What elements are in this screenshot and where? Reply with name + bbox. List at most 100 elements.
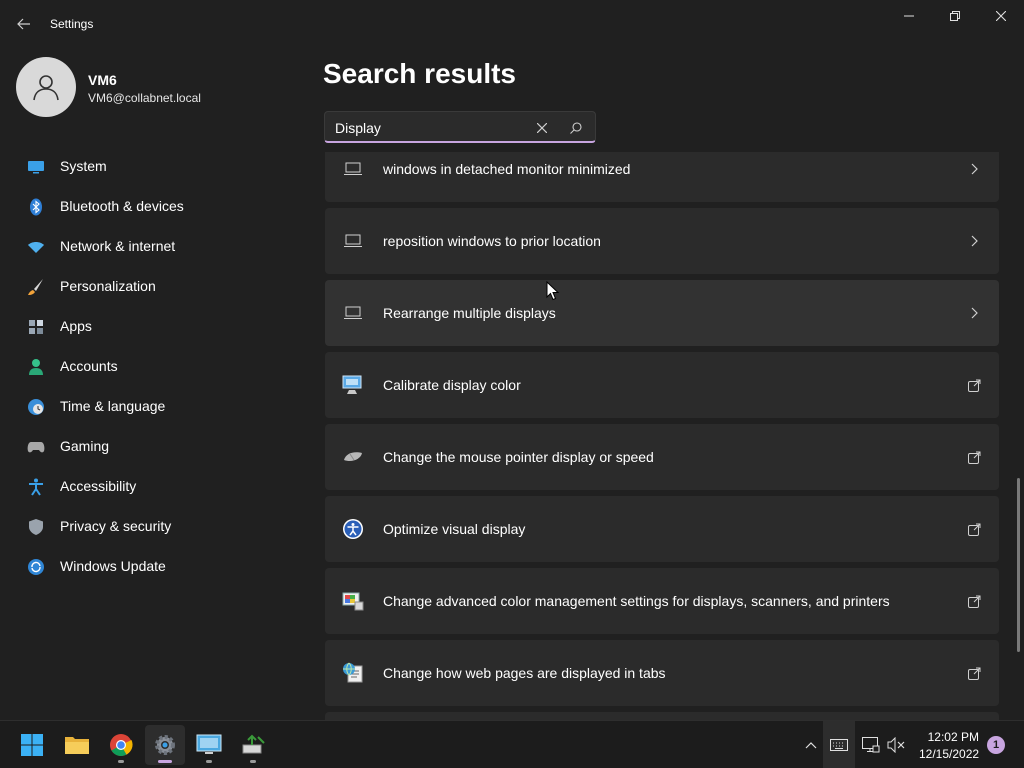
sidebar-item-apps[interactable]: Apps bbox=[0, 306, 310, 346]
search-result[interactable]: Rearrange multiple displays bbox=[325, 280, 999, 346]
sidebar-item-label: Privacy & security bbox=[60, 518, 172, 534]
network-tool-icon bbox=[242, 734, 265, 754]
notification-badge[interactable]: 1 bbox=[987, 736, 1005, 754]
tray-volume-button[interactable] bbox=[886, 735, 906, 755]
sidebar-item-label: Time & language bbox=[60, 398, 166, 414]
sidebar-item-accounts[interactable]: Accounts bbox=[0, 346, 310, 386]
open-external-icon bbox=[965, 376, 983, 394]
taskbar-remote-desktop[interactable] bbox=[189, 725, 229, 765]
remote-desktop-icon bbox=[196, 734, 222, 754]
network-icon bbox=[862, 737, 880, 753]
search-result[interactable]: Change the mouse pointer display or spee… bbox=[325, 424, 999, 490]
results-scrollbar[interactable] bbox=[1017, 478, 1020, 652]
minimize-button[interactable] bbox=[886, 0, 932, 32]
user-email: VM6@collabnet.local bbox=[88, 91, 201, 105]
search-result[interactable]: Optimize visual display bbox=[325, 496, 999, 562]
ease-of-access-icon bbox=[341, 518, 365, 540]
search-result-label: Calibrate display color bbox=[383, 377, 521, 393]
open-external-icon bbox=[965, 592, 983, 610]
system-icon bbox=[27, 158, 45, 176]
sidebar-item-privacy[interactable]: Privacy & security bbox=[0, 506, 310, 546]
search-result[interactable] bbox=[325, 712, 999, 720]
chevron-right-icon bbox=[965, 304, 983, 322]
brush-icon bbox=[27, 278, 45, 296]
sidebar-item-time-language[interactable]: Time & language bbox=[0, 386, 310, 426]
sidebar-item-network[interactable]: Network & internet bbox=[0, 226, 310, 266]
running-indicator bbox=[250, 760, 256, 763]
clear-icon bbox=[537, 123, 547, 133]
search-result[interactable]: Change advanced color management setting… bbox=[325, 568, 999, 634]
sidebar-item-system[interactable]: System bbox=[0, 146, 310, 186]
minimize-icon bbox=[904, 15, 914, 17]
search-result-label: Change advanced color management setting… bbox=[383, 593, 890, 609]
search-result[interactable]: Calibrate display color bbox=[325, 352, 999, 418]
back-button[interactable] bbox=[12, 12, 36, 36]
tray-keyboard-button[interactable] bbox=[829, 735, 849, 755]
taskbar-network-tool[interactable] bbox=[233, 725, 273, 765]
person-icon bbox=[33, 75, 59, 101]
chevron-right-icon bbox=[965, 232, 983, 250]
tray-overflow-button[interactable] bbox=[801, 735, 821, 755]
clock-time[interactable]: 12:02 PM bbox=[919, 730, 979, 744]
maximize-button[interactable] bbox=[932, 0, 978, 32]
sidebar-item-gaming[interactable]: Gaming bbox=[0, 426, 310, 466]
open-external-icon bbox=[965, 448, 983, 466]
taskbar-chrome[interactable] bbox=[101, 725, 141, 765]
chevron-right-icon bbox=[965, 160, 983, 178]
settings-gear-icon bbox=[155, 735, 175, 755]
clock-date[interactable]: 12/15/2022 bbox=[919, 747, 979, 761]
tray-network-button[interactable] bbox=[861, 735, 881, 755]
sidebar-item-accessibility[interactable]: Accessibility bbox=[0, 466, 310, 506]
windows-start-icon bbox=[21, 734, 43, 756]
clear-search-button[interactable] bbox=[533, 119, 551, 137]
search-result[interactable]: Change how web pages are displayed in ta… bbox=[325, 640, 999, 706]
sidebar-item-label: Accessibility bbox=[60, 478, 137, 494]
search-result-label: Rearrange multiple displays bbox=[383, 305, 556, 321]
chevron-up-icon bbox=[805, 742, 817, 749]
laptop-icon bbox=[341, 302, 365, 324]
search-button[interactable] bbox=[567, 119, 585, 137]
search-input[interactable] bbox=[335, 119, 525, 137]
search-result-label: windows in detached monitor minimized bbox=[383, 161, 631, 177]
running-indicator bbox=[158, 760, 172, 763]
sidebar-item-label: Personalization bbox=[60, 278, 156, 294]
search-result-label: Change how web pages are displayed in ta… bbox=[383, 665, 666, 681]
search-result-label: Change the mouse pointer display or spee… bbox=[383, 449, 654, 465]
volume-muted-icon bbox=[887, 737, 905, 753]
apps-icon bbox=[27, 318, 45, 336]
search-result[interactable]: windows in detached monitor minimized bbox=[325, 152, 999, 202]
avatar[interactable] bbox=[16, 57, 76, 117]
sidebar-item-personalization[interactable]: Personalization bbox=[0, 266, 310, 306]
open-external-icon bbox=[965, 520, 983, 538]
taskbar-start-button[interactable] bbox=[12, 725, 52, 765]
sidebar-nav: System Bluetooth & devices Network & int… bbox=[0, 146, 310, 586]
wifi-icon bbox=[27, 238, 45, 256]
laptop-icon bbox=[341, 158, 365, 180]
search-result-label: reposition windows to prior location bbox=[383, 233, 601, 249]
sidebar-item-label: Network & internet bbox=[60, 238, 176, 254]
close-button[interactable] bbox=[978, 0, 1024, 32]
title-bar: Settings bbox=[0, 0, 1024, 48]
running-indicator bbox=[118, 760, 124, 763]
gamepad-icon bbox=[27, 438, 45, 456]
running-indicator bbox=[206, 760, 212, 763]
folder-icon bbox=[65, 737, 89, 754]
accounts-icon bbox=[27, 358, 45, 376]
search-box bbox=[324, 111, 596, 143]
color-management-icon bbox=[341, 590, 365, 612]
search-result[interactable]: reposition windows to prior location bbox=[325, 208, 999, 274]
taskbar-file-explorer[interactable] bbox=[57, 725, 97, 765]
chrome-icon bbox=[110, 734, 133, 756]
laptop-icon bbox=[341, 230, 365, 252]
sidebar-item-windows-update[interactable]: Windows Update bbox=[0, 546, 310, 586]
sidebar-item-label: Gaming bbox=[60, 438, 110, 454]
taskbar-settings[interactable] bbox=[145, 725, 185, 765]
update-icon bbox=[27, 558, 45, 576]
sidebar-item-label: Apps bbox=[60, 318, 92, 334]
internet-options-icon bbox=[341, 662, 365, 684]
page-title: Search results bbox=[323, 58, 516, 89]
open-external-icon bbox=[965, 664, 983, 682]
sidebar-item-bluetooth[interactable]: Bluetooth & devices bbox=[0, 186, 310, 226]
sidebar-item-label: Windows Update bbox=[60, 558, 166, 574]
maximize-icon bbox=[950, 11, 960, 21]
